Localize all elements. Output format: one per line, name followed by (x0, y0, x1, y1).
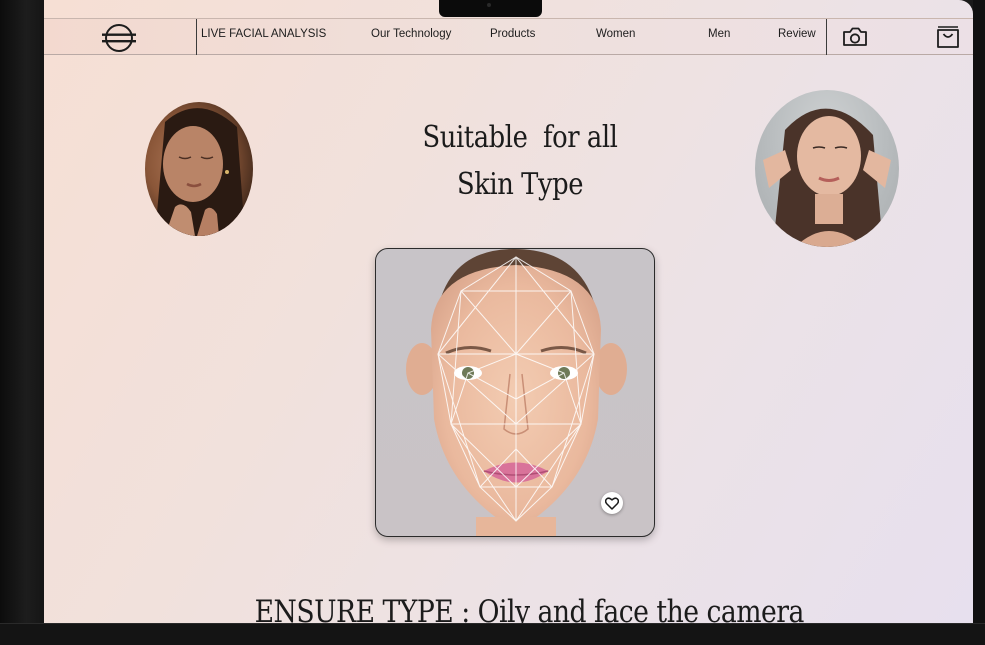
nav-link-products[interactable]: Products (490, 28, 535, 40)
camera-icon[interactable] (840, 24, 870, 50)
facial-scan-card[interactable] (375, 248, 655, 537)
front-camera-dot (487, 3, 491, 7)
hero-headline: Suitable for all Skin Type (382, 114, 657, 208)
nav-link-men[interactable]: Men (708, 28, 730, 40)
top-navigation: LIVE FACIAL ANALYSIS Our Technology Prod… (44, 18, 973, 55)
device-notch (439, 0, 542, 17)
nav-divider (826, 19, 827, 55)
nav-link-our-technology[interactable]: Our Technology (371, 28, 451, 40)
shopping-bag-icon[interactable] (933, 24, 963, 50)
heart-icon (605, 496, 619, 510)
model-portrait-right (755, 90, 899, 247)
device-bezel-bottom (0, 623, 985, 645)
hero-headline-line-2: Skin Type (456, 167, 584, 202)
favorite-button[interactable] (601, 492, 623, 514)
device-bezel-right (973, 0, 985, 644)
nav-link-review[interactable]: Review (778, 28, 816, 40)
hero-headline-line-1: Suitable for all (422, 120, 618, 155)
app-screen: LIVE FACIAL ANALYSIS Our Technology Prod… (44, 0, 973, 623)
brand-logo-icon[interactable] (99, 23, 139, 53)
model-portrait-left (145, 102, 253, 236)
nav-link-women[interactable]: Women (596, 28, 635, 40)
nav-divider (196, 19, 197, 55)
nav-link-live-facial-analysis[interactable]: LIVE FACIAL ANALYSIS (201, 28, 326, 40)
device-bezel-left (0, 0, 44, 644)
skin-type-instruction: ENSURE TYPE : Oily and face the camera (254, 594, 805, 623)
